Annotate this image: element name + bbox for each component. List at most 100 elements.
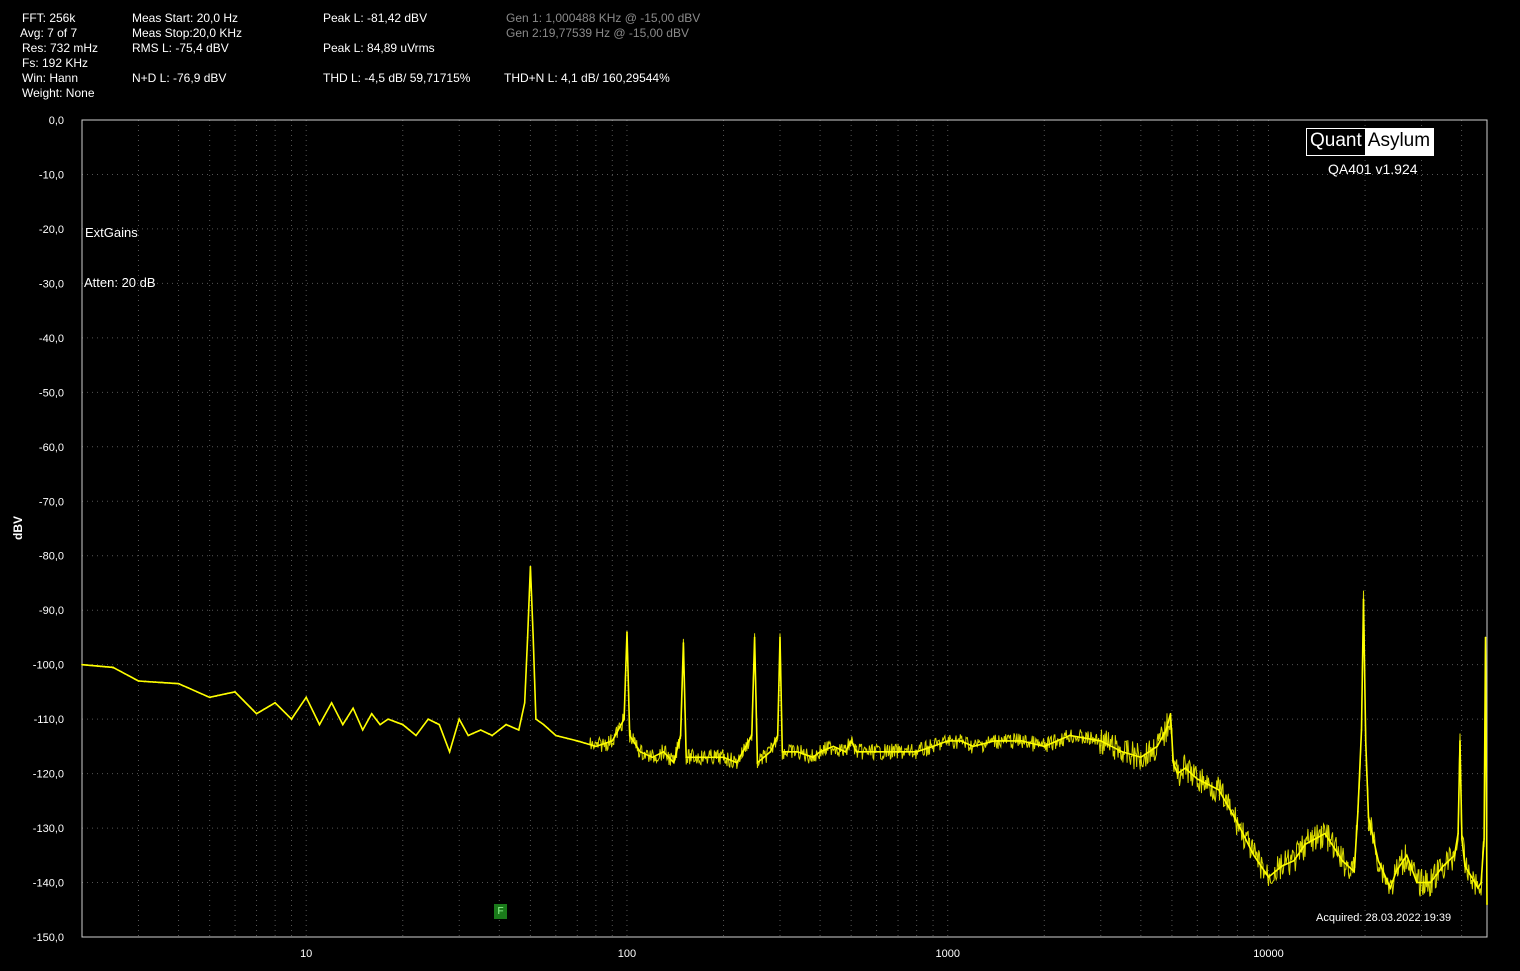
data-point	[341, 723, 344, 726]
data-point	[1477, 887, 1479, 889]
data-point	[722, 756, 725, 759]
data-point	[427, 718, 429, 720]
data-point	[1324, 832, 1326, 835]
data-point	[208, 696, 211, 699]
data-point	[1389, 887, 1392, 889]
data-point	[274, 701, 276, 704]
data-point	[611, 740, 614, 742]
data-point	[946, 740, 949, 742]
data-point	[352, 707, 354, 710]
data-point	[1156, 745, 1159, 748]
data-point	[1172, 761, 1175, 764]
data-point	[832, 745, 835, 748]
data-point	[529, 565, 532, 568]
data-point	[305, 696, 308, 699]
brand-part-2: Asylum	[1364, 129, 1434, 155]
data-point	[915, 751, 918, 753]
y-tick-label: -100,0	[33, 660, 64, 672]
data-point	[662, 751, 665, 753]
data-point	[993, 740, 996, 742]
data-point	[290, 718, 293, 720]
data-point	[361, 729, 364, 731]
data-point	[1364, 740, 1367, 742]
chart-grid	[82, 120, 1487, 937]
data-point	[682, 642, 685, 644]
y-tick-label: -90,0	[39, 605, 64, 617]
spectrum-trace	[81, 565, 1488, 906]
data-point	[467, 734, 470, 737]
data-point	[555, 734, 557, 737]
y-axis-ticks: 0,0 -10,0 -20,0 -30,0 -40,0 -50,0 -60,0 -70,0 -8…	[33, 115, 64, 944]
data-point	[1416, 881, 1418, 884]
data-point	[1196, 778, 1199, 780]
data-point	[1353, 870, 1355, 873]
y-tick-label: -70,0	[39, 496, 64, 508]
trace-envelope	[81, 566, 1488, 905]
data-point	[448, 751, 451, 753]
attenuation-label: Atten: 20 dB	[84, 275, 156, 290]
spectrum-chart: 0,0 -10,0 -20,0 -30,0 -40,0 -50,0 -60,0 -70,0 -8…	[11, 115, 1488, 960]
data-point	[735, 761, 738, 764]
data-point	[1442, 865, 1444, 867]
data-point	[1043, 745, 1046, 748]
data-point	[379, 723, 381, 726]
data-point	[458, 718, 461, 720]
y-tick-label: -110,0	[34, 714, 64, 726]
data-point	[1169, 712, 1172, 715]
x-tick-label: 100	[618, 948, 636, 960]
x-tick-label: 10000	[1253, 948, 1284, 960]
data-point	[542, 723, 545, 726]
data-point	[875, 751, 878, 753]
data-point	[1236, 821, 1239, 824]
data-point	[691, 756, 694, 759]
data-point	[1140, 756, 1142, 759]
data-point	[318, 723, 321, 726]
data-point	[1184, 767, 1187, 769]
fundamental-marker[interactable]: F	[494, 904, 507, 919]
data-point	[1357, 810, 1359, 813]
y-tick-label: -40,0	[39, 333, 64, 345]
data-point	[517, 729, 520, 731]
data-point	[708, 756, 710, 759]
y-axis-label: dBV	[11, 516, 25, 540]
data-point	[1280, 865, 1283, 867]
brand-part-1: Quant	[1307, 129, 1365, 155]
data-point	[897, 751, 899, 753]
data-point	[1470, 876, 1473, 878]
data-point	[1099, 740, 1102, 742]
y-tick-label: -60,0	[39, 442, 64, 454]
data-point	[844, 751, 847, 753]
data-point	[1176, 772, 1179, 775]
data-point	[234, 691, 236, 693]
data-point	[756, 761, 759, 764]
data-point	[479, 729, 482, 731]
trace-line	[81, 566, 1488, 905]
data-point	[781, 751, 784, 753]
data-point	[1165, 729, 1168, 731]
data-point	[753, 636, 756, 639]
extgains-label: ExtGains	[85, 225, 138, 240]
acquired-timestamp: Acquired: 28.03.2022 19:39	[1316, 912, 1452, 924]
data-point	[1341, 859, 1344, 862]
data-point	[1217, 789, 1220, 791]
data-point	[491, 734, 493, 737]
y-tick-label: -150,0	[33, 932, 64, 944]
data-point	[438, 723, 441, 726]
data-point	[628, 734, 631, 737]
data-point	[776, 734, 779, 737]
data-point	[1464, 865, 1466, 867]
data-point	[679, 734, 682, 737]
data-point	[750, 734, 753, 737]
data-point	[673, 761, 675, 764]
y-tick-label: -130,0	[33, 823, 64, 835]
y-tick-label: -30,0	[39, 278, 64, 290]
data-point	[1461, 838, 1463, 840]
version-label: QA401 v1.924	[1328, 161, 1418, 177]
data-point	[796, 751, 799, 753]
x-tick-label: 1000	[935, 948, 959, 960]
data-point	[1121, 751, 1124, 753]
y-tick-label: 0,0	[49, 115, 64, 127]
plot-frame	[81, 119, 1488, 938]
data-point	[1429, 881, 1432, 884]
data-point	[137, 680, 140, 682]
